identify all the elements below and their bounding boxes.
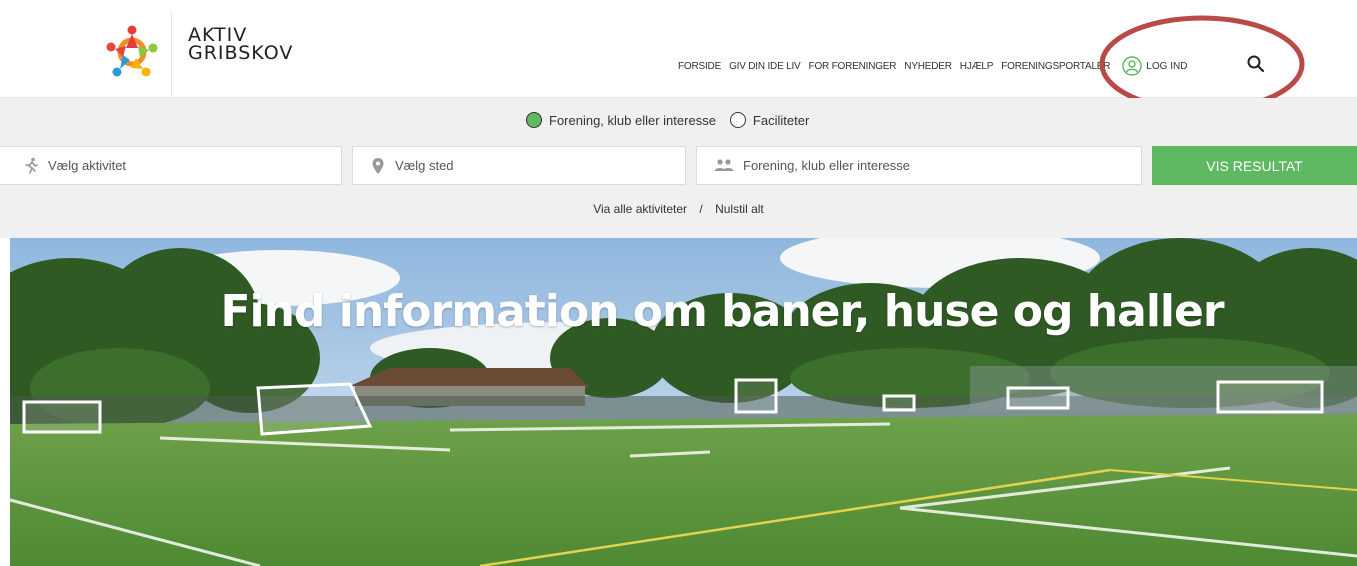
nav-item-foreningsportaler[interactable]: FORENINGSPORTALER <box>1001 61 1110 72</box>
radio-forening[interactable]: Forening, klub eller interesse <box>526 112 716 128</box>
brand-name[interactable]: AKTIV GRIBSKOV <box>188 26 294 64</box>
map-pin-icon <box>372 157 384 174</box>
radio-faciliteter[interactable]: Faciliteter <box>729 112 810 128</box>
activity-placeholder: Vælg aktivitet <box>48 158 127 173</box>
hero-banner: Find information om baner, huse og halle… <box>10 238 1357 566</box>
radio-forening-label: Forening, klub eller interesse <box>549 112 716 128</box>
all-activities-link[interactable]: Via alle aktiviteter <box>593 202 687 216</box>
place-placeholder: Vælg sted <box>395 158 454 173</box>
nav-item-nyheder[interactable]: NYHEDER <box>904 61 952 72</box>
nav-item-hjaelp[interactable]: HJÆLP <box>960 61 994 72</box>
brand-line-2: GRIBSKOV <box>188 42 294 64</box>
band-links: Via alle aktiviteter / Nulstil alt <box>0 202 1357 216</box>
place-select[interactable]: Vælg sted <box>352 146 686 185</box>
logo-icon[interactable] <box>104 24 160 80</box>
link-separator: / <box>699 202 703 216</box>
running-person-icon <box>25 157 38 174</box>
people-icon <box>714 158 734 171</box>
activity-select[interactable]: Vælg aktivitet <box>0 146 342 185</box>
reset-all-link[interactable]: Nulstil alt <box>715 202 764 216</box>
filter-type-radio-group: Forening, klub eller interesse Facilitet… <box>526 112 823 128</box>
radio-unselected-indicator <box>729 112 746 128</box>
club-select[interactable]: Forening, klub eller interesse <box>696 146 1142 185</box>
logo-divider <box>171 12 172 96</box>
nav-item-forside[interactable]: FORSIDE <box>678 61 721 72</box>
hero-title: Find information om baner, huse og halle… <box>220 286 1224 337</box>
radio-faciliteter-label: Faciliteter <box>752 112 810 128</box>
nav-item-for-foreninger[interactable]: FOR FORENINGER <box>809 61 897 72</box>
nav-item-giv-din-ide-liv[interactable]: GIV DIN IDE LIV <box>729 61 801 72</box>
show-results-button[interactable]: VIS RESULTAT <box>1152 146 1357 185</box>
radio-selected-indicator <box>526 112 542 128</box>
club-placeholder: Forening, klub eller interesse <box>743 158 910 173</box>
